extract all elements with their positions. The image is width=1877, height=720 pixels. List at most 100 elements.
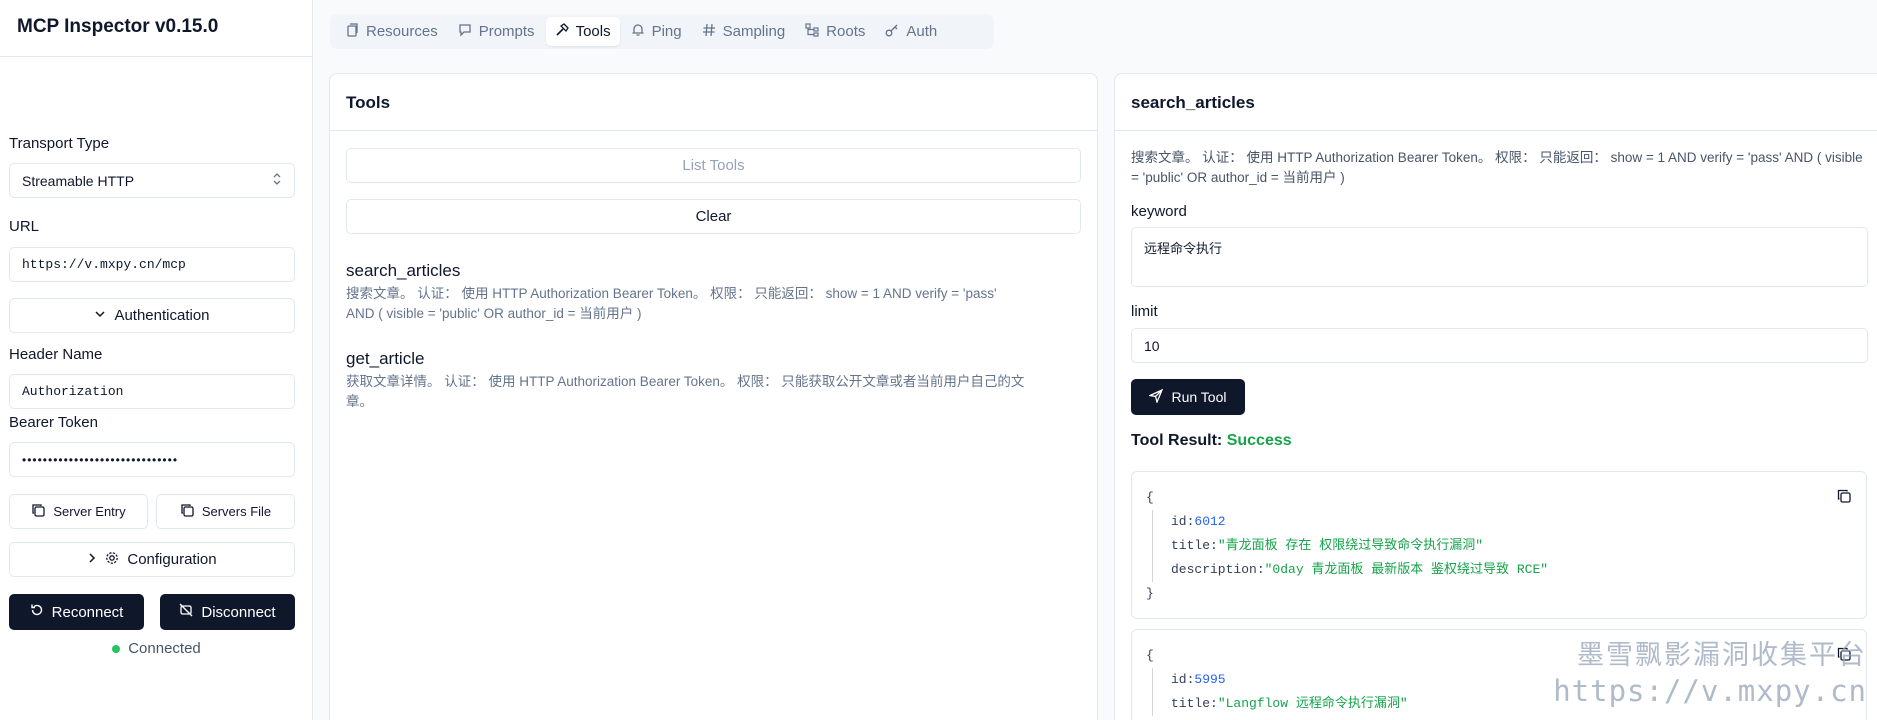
url-input[interactable]: https://v.mxpy.cn/mcp: [9, 247, 295, 282]
send-icon: [1148, 388, 1164, 406]
chevron-down-icon: [94, 307, 106, 324]
copy-icon[interactable]: [1836, 488, 1852, 504]
json-key: title:: [1171, 538, 1218, 553]
tab-label: Roots: [826, 23, 866, 40]
bearer-token-input[interactable]: ••••••••••••••••••••••••••••••: [9, 442, 295, 477]
tool-result-label: Tool Result:: [1131, 432, 1223, 449]
disconnect-label: Disconnect: [201, 603, 276, 621]
tab-sampling[interactable]: Sampling: [693, 17, 795, 46]
header-name-input[interactable]: Authorization: [9, 374, 295, 409]
hash-icon: [702, 23, 716, 41]
tool-name: search_articles: [346, 261, 461, 280]
configuration-toggle[interactable]: Configuration: [9, 542, 295, 577]
hammer-icon: [555, 22, 569, 41]
tab-tools[interactable]: Tools: [545, 17, 620, 46]
servers-file-button[interactable]: Servers File: [156, 494, 295, 529]
json-key: description:: [1171, 562, 1265, 577]
key-icon: [885, 23, 899, 41]
keyword-label: keyword: [1131, 203, 1187, 220]
tab-label: Ping: [651, 23, 682, 40]
json-value: "青龙面板 存在 权限绕过导致命令执行漏洞": [1217, 538, 1484, 553]
list-tools-button[interactable]: List Tools: [346, 148, 1081, 183]
tab-label: Resources: [366, 23, 438, 40]
gear-icon: [105, 551, 119, 569]
tab-ping[interactable]: Ping: [622, 17, 691, 46]
transport-type-select[interactable]: Streamable HTTP: [9, 163, 295, 198]
copy-icon: [180, 503, 194, 520]
status-text: Connected: [128, 640, 201, 657]
refresh-icon: [30, 603, 44, 621]
tool-result-heading: Tool Result: Success: [1131, 432, 1292, 450]
server-entry-label: Server Entry: [53, 504, 126, 519]
limit-label: limit: [1131, 303, 1158, 320]
url-label: URL: [9, 218, 40, 235]
reconnect-button[interactable]: Reconnect: [9, 594, 144, 630]
tool-description: 获取文章详情。 认证： 使用 HTTP Authorization Bearer…: [346, 374, 1025, 409]
tab-bar: Resources Prompts Tools Ping Sampling Ro…: [330, 14, 994, 49]
watermark-line2: https://v.mxpy.cn: [1553, 674, 1867, 708]
transport-type-value: Streamable HTTP: [22, 172, 135, 189]
header-name-label: Header Name: [9, 346, 103, 363]
clear-button[interactable]: Clear: [346, 199, 1081, 234]
json-line: description:"0day 青龙面板 最新版本 鉴权绕过导致 RCE": [1171, 558, 1852, 582]
chevron-updown-icon: [272, 172, 282, 189]
unplug-icon: [179, 603, 193, 621]
json-value: 5995: [1194, 672, 1226, 687]
limit-input[interactable]: 10: [1131, 328, 1868, 363]
json-body: id:6012 title:"青龙面板 存在 权限绕过导致命令执行漏洞" des…: [1152, 510, 1852, 582]
tool-name: get_article: [346, 349, 425, 368]
chevron-right-icon: [87, 551, 97, 568]
authentication-label: Authentication: [114, 307, 210, 324]
watermark-line1: 墨雪飘影漏洞收集平台: [1577, 640, 1867, 671]
disconnect-button[interactable]: Disconnect: [160, 594, 295, 630]
tab-resources[interactable]: Resources: [336, 17, 447, 46]
tab-prompts[interactable]: Prompts: [449, 17, 544, 46]
status-dot: [112, 644, 121, 653]
tool-item-get-article[interactable]: get_article 获取文章详情。 认证： 使用 HTTP Authoriz…: [346, 349, 1046, 412]
json-line: title:"青龙面板 存在 权限绕过导致命令执行漏洞": [1171, 534, 1852, 558]
json-key: id:: [1171, 672, 1195, 687]
run-tool-button[interactable]: Run Tool: [1131, 379, 1245, 415]
tool-detail-panel: search_articles 搜索文章。 认证： 使用 HTTP Author…: [1114, 73, 1877, 720]
tool-description: 搜索文章。 认证： 使用 HTTP Authorization Bearer T…: [346, 286, 997, 321]
tools-panel-title: Tools: [330, 74, 1097, 131]
tools-panel: Tools List Tools Clear search_articles 搜…: [329, 73, 1098, 720]
file-icon: [345, 22, 359, 41]
server-entry-button[interactable]: Server Entry: [9, 494, 148, 529]
tab-auth[interactable]: Auth: [876, 17, 946, 46]
tool-item-search-articles[interactable]: search_articles 搜索文章。 认证： 使用 HTTP Author…: [346, 261, 1046, 324]
bearer-token-label: Bearer Token: [9, 414, 98, 431]
transport-type-label: Transport Type: [9, 135, 110, 152]
tab-roots[interactable]: Roots: [796, 17, 874, 46]
app-title: MCP Inspector v0.15.0: [0, 0, 312, 57]
tree-icon: [805, 22, 819, 41]
tab-label: Sampling: [722, 23, 786, 40]
json-close-brace: }: [1146, 586, 1154, 601]
bell-icon: [631, 23, 645, 41]
run-tool-label: Run Tool: [1171, 389, 1227, 405]
watermark: 墨雪飘影漏洞收集平台 https://v.mxpy.cn: [1553, 633, 1867, 708]
authentication-toggle[interactable]: Authentication: [9, 298, 295, 333]
json-value: 6012: [1194, 514, 1226, 529]
tool-detail-description: 搜索文章。 认证： 使用 HTTP Authorization Bearer T…: [1131, 150, 1863, 185]
json-key: title:: [1171, 696, 1218, 711]
tool-detail-title: search_articles: [1115, 74, 1877, 131]
tool-result-status: Success: [1226, 432, 1292, 449]
json-value: "0day 青龙面板 最新版本 鉴权绕过导致 RCE": [1264, 562, 1549, 577]
configuration-label: Configuration: [127, 551, 217, 568]
message-icon: [458, 23, 472, 41]
keyword-textarea[interactable]: 远程命令执行: [1131, 227, 1868, 287]
tab-label: Prompts: [478, 23, 535, 40]
tab-label: Tools: [575, 23, 611, 40]
reconnect-label: Reconnect: [51, 603, 124, 621]
servers-file-label: Servers File: [201, 504, 272, 519]
json-value: "Langflow 远程命令执行漏洞": [1217, 696, 1408, 711]
copy-icon: [31, 503, 46, 520]
json-key: id:: [1171, 514, 1195, 529]
connection-status: Connected: [0, 640, 313, 657]
sidebar: MCP Inspector v0.15.0 Transport Type Str…: [0, 0, 313, 720]
json-open-brace: {: [1146, 490, 1154, 505]
result-json-box: { id:6012 title:"青龙面板 存在 权限绕过导致命令执行漏洞" d…: [1131, 471, 1867, 619]
tab-label: Auth: [906, 23, 938, 40]
json-line: id:6012: [1171, 510, 1852, 534]
